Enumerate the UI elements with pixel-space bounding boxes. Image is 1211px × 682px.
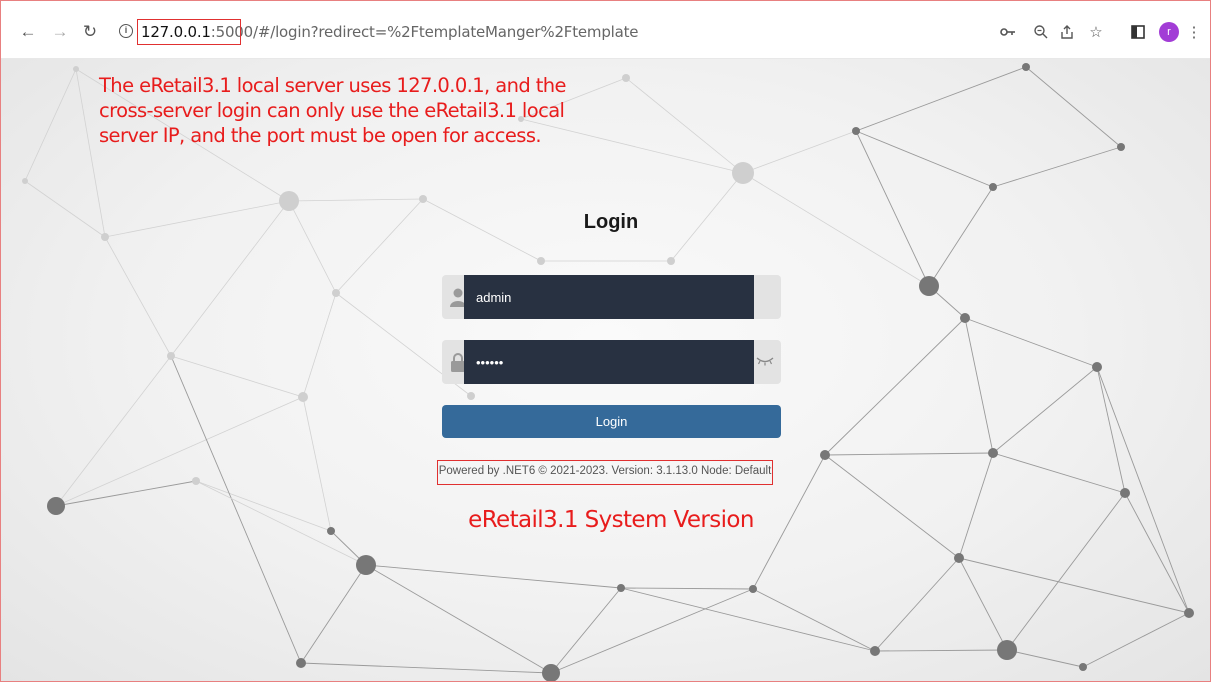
profile-avatar[interactable]: r [1159, 22, 1179, 42]
powered-by-footer: Powered by .NET6 © 2021-2023. Version: 3… [438, 465, 772, 477]
menu-icon[interactable]: ⋮ [1185, 23, 1203, 41]
share-icon[interactable] [1058, 23, 1076, 41]
annotation-line-1: The eRetail3.1 local server uses 127.0.0… [99, 74, 567, 97]
reload-icon[interactable]: ↻ [79, 21, 101, 43]
site-info-icon[interactable]: i [119, 24, 133, 38]
password-input[interactable] [464, 340, 754, 384]
version-caption: eRetail3.1 System Version [468, 507, 754, 533]
annotation-note: The eRetail3.1 local server uses 127.0.0… [99, 73, 567, 148]
login-page: The eRetail3.1 local server uses 127.0.0… [1, 59, 1210, 681]
eye-closed-icon[interactable] [755, 352, 775, 368]
url-highlight-box [137, 19, 241, 45]
login-title: Login [583, 211, 639, 233]
back-icon[interactable]: ← [17, 21, 39, 43]
sidepanel-icon[interactable] [1129, 23, 1147, 41]
username-field [442, 275, 781, 319]
login-button[interactable]: Login [442, 405, 781, 438]
url-path: #/login?redirect=%2FtemplateManger%2Ftem… [257, 23, 639, 41]
username-input[interactable] [464, 275, 754, 319]
browser-toolbar: ← → ↻ i 127.0.0.1:5000/#/login?redirect=… [1, 1, 1210, 59]
zoom-icon[interactable] [1032, 23, 1050, 41]
forward-icon[interactable]: → [49, 21, 71, 43]
star-icon[interactable]: ☆ [1087, 23, 1105, 41]
key-icon[interactable] [999, 23, 1017, 41]
browser-window: ← → ↻ i 127.0.0.1:5000/#/login?redirect=… [0, 0, 1211, 682]
annotation-line-3: server IP, and the port must be open for… [99, 124, 542, 147]
password-field [442, 340, 781, 384]
annotation-line-2: cross-server login can only use the eRet… [99, 99, 565, 122]
